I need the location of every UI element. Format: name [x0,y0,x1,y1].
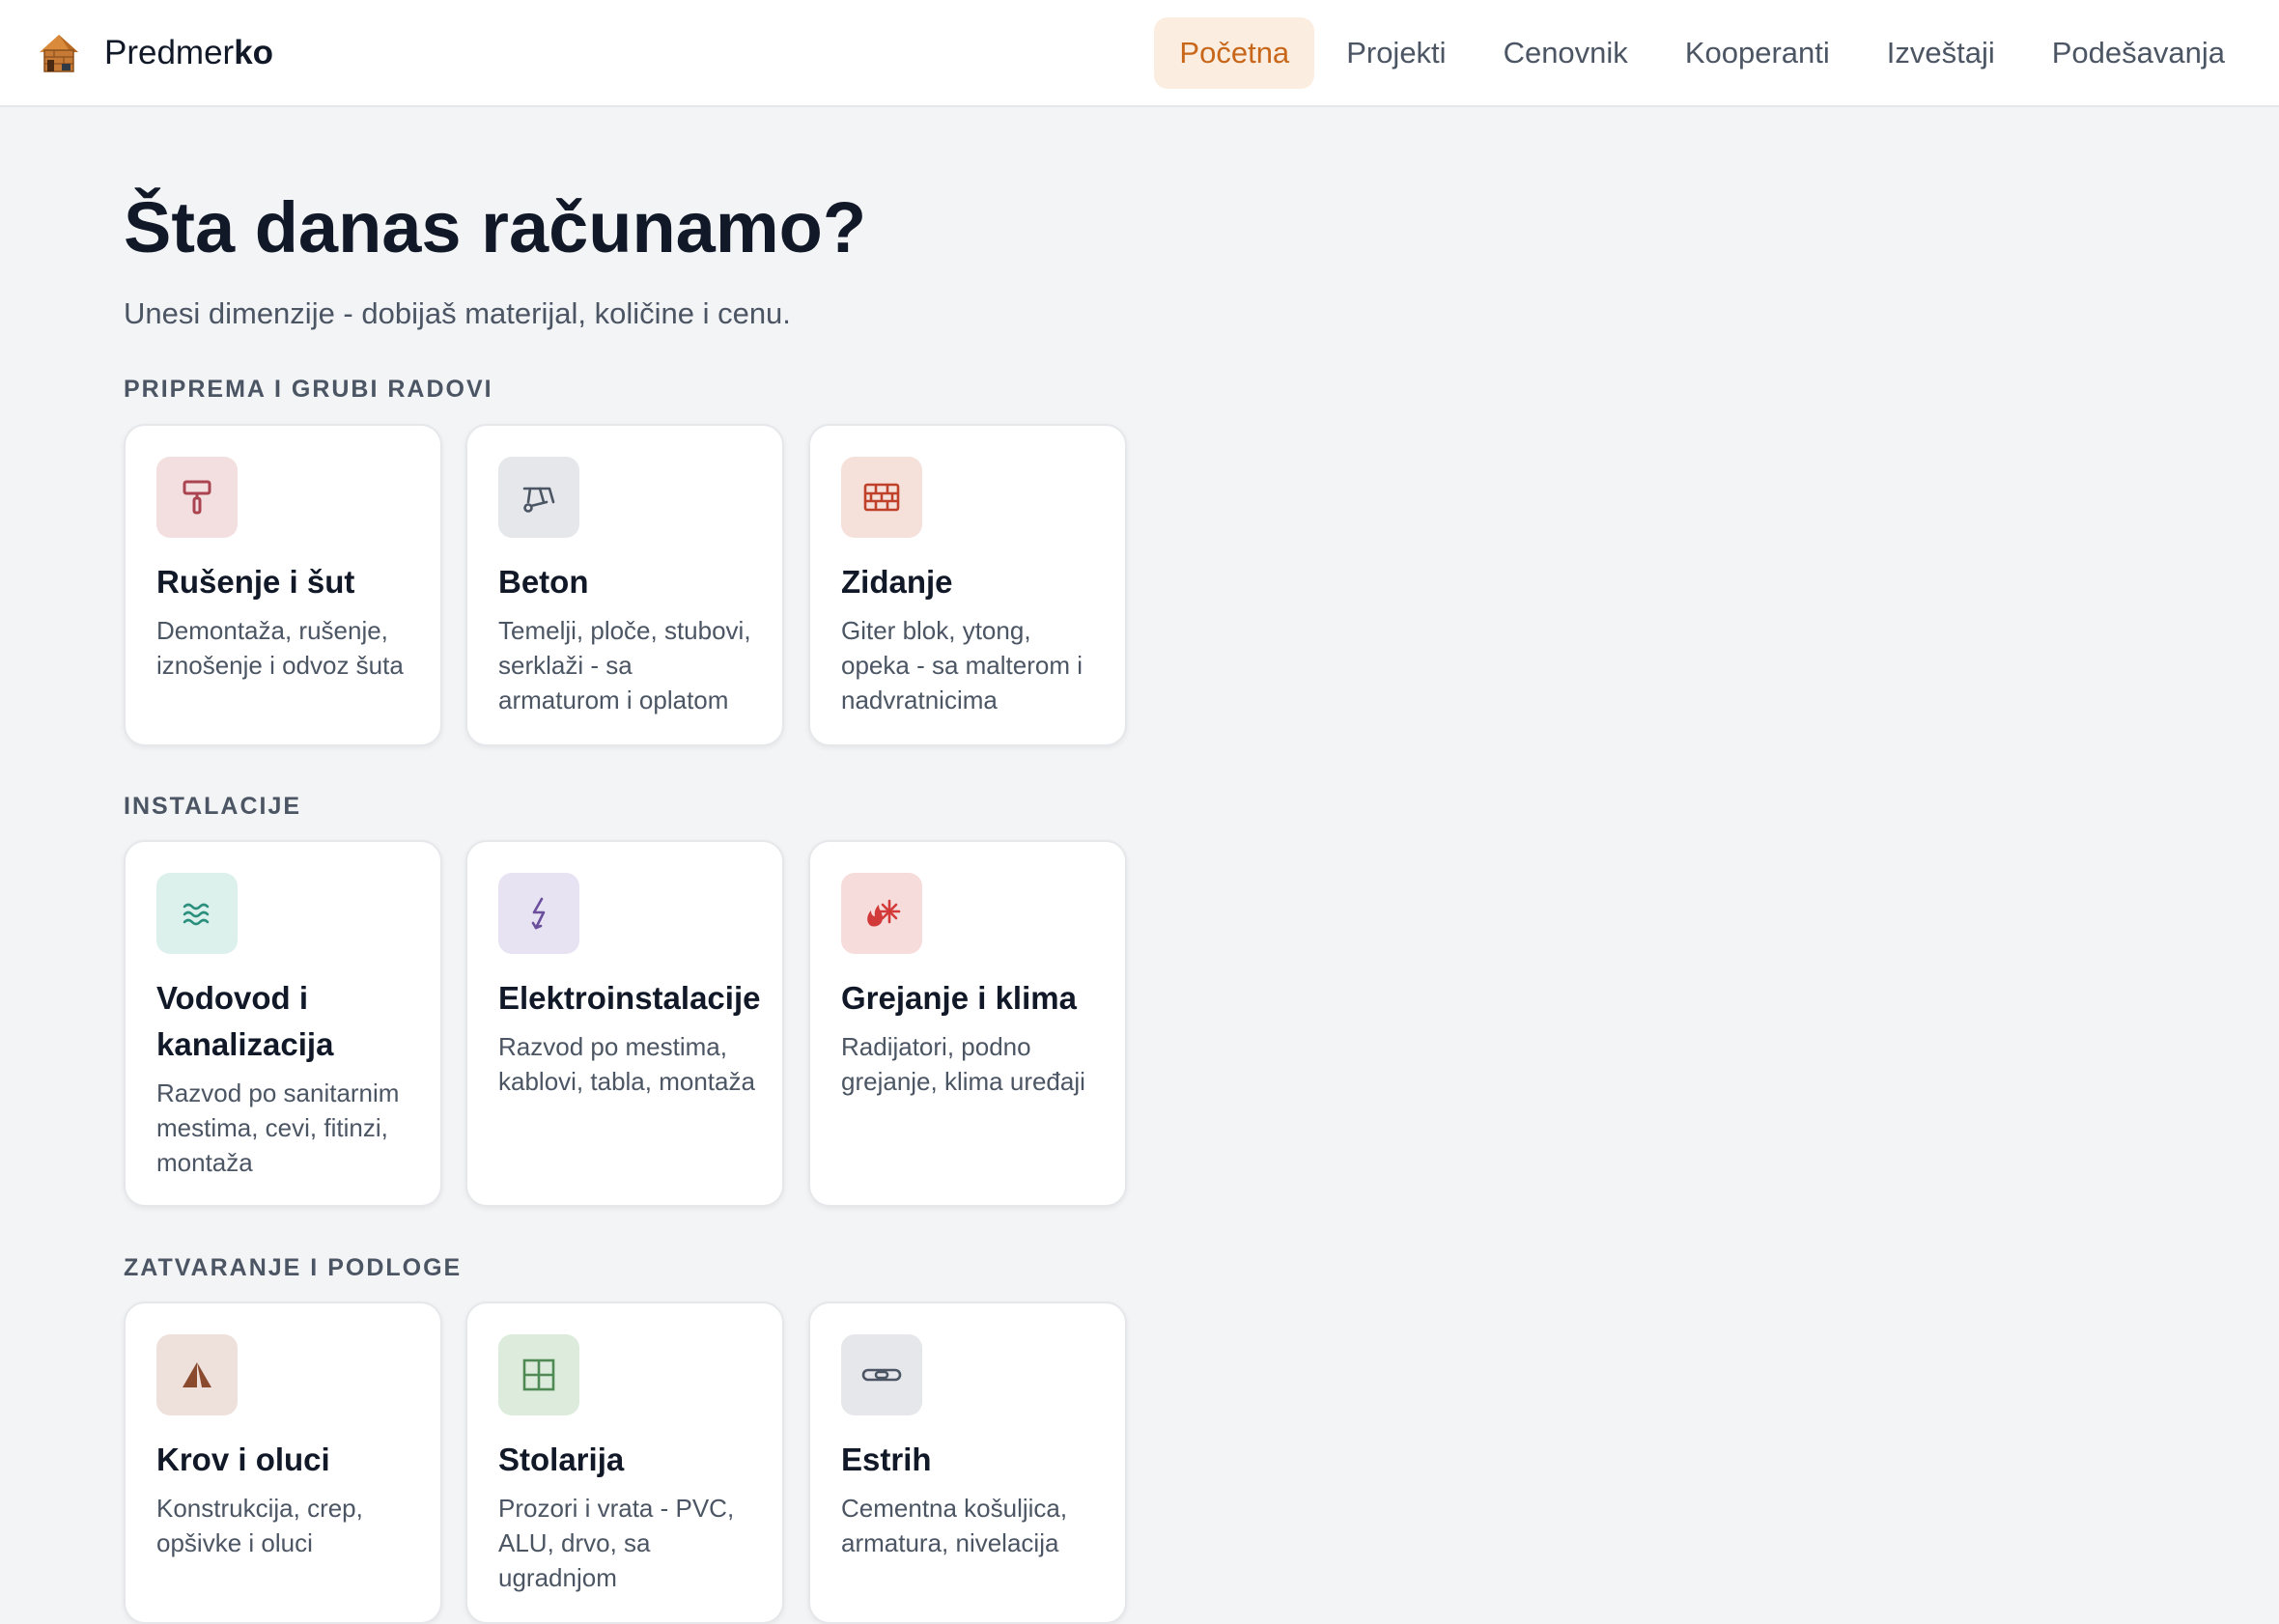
nav-cenovnik[interactable]: Cenovnik [1478,17,1653,89]
card-title: Krov i oluci [156,1442,330,1477]
card-description: Razvod po sanitarnim mestima, cevi, fiti… [156,1078,400,1177]
card-beton[interactable]: Beton Temelji, ploče, stubovi, serklaži … [465,424,784,746]
card-krov[interactable]: Krov i oluci Konstrukcija, crep, opšivke… [124,1302,442,1624]
card-stolarija[interactable]: Stolarija Prozori i vrata - PVC, ALU, dr… [465,1302,784,1624]
card-title: Stolarija [498,1442,625,1477]
water-waves-icon [156,873,238,954]
card-description: Prozori i vrata - PVC, ALU, drvo, sa ugr… [498,1494,735,1592]
main-nav: Početna Projekti Cenovnik Kooperanti Izv… [1147,17,2250,89]
card-description: Cementna košuljica, armatura, nivelacija [841,1494,1068,1557]
card-title: Beton [498,564,589,600]
paint-roller-icon [156,457,238,538]
card-description: Giter blok, ytong, opeka - sa malterom i… [841,616,1083,714]
nav-pocetna[interactable]: Početna [1154,17,1315,89]
nav-kooperanti[interactable]: Kooperanti [1660,17,1855,89]
nav-projekti[interactable]: Projekti [1321,17,1471,89]
house-logo-icon [40,35,78,72]
card-title: Zidanje [841,564,953,600]
wheelbarrow-icon [498,457,579,538]
card-description: Temelji, ploče, stubovi, serklaži - sa a… [498,616,751,714]
level-bar-icon [841,1334,922,1415]
section-label-priprema: PRIPREMA I GRUBI RADOVI [124,376,493,403]
card-estrih[interactable]: Estrih Cementna košuljica, armatura, niv… [808,1302,1127,1624]
window-icon [498,1334,579,1415]
brand-name-prefix: Predmer [104,34,235,71]
lightning-icon [498,873,579,954]
brand-name-suffix: ko [234,34,274,71]
card-vodovod[interactable]: Vodovod i kanalizacija Razvod po sanitar… [124,840,442,1207]
brick-wall-icon [841,457,922,538]
nav-podesavanja[interactable]: Podešavanja [2027,17,2250,89]
card-title: Elektroinstalacije [498,980,761,1016]
page-subtitle: Unesi dimenzije - dobijaš materijal, kol… [124,296,791,330]
section-label-zatvaranje: ZATVARANJE I PODLOGE [124,1254,463,1281]
card-description: Demontaža, rušenje, iznošenje i odvoz šu… [156,616,404,680]
card-zidanje[interactable]: Zidanje Giter blok, ytong, opeka - sa ma… [808,424,1127,746]
roof-triangle-icon [156,1334,238,1415]
card-elektroinstalacije[interactable]: Elektroinstalacije Razvod po mestima, ka… [465,840,784,1207]
card-description: Razvod po mestima, kablovi, tabla, monta… [498,1032,755,1096]
card-grejanje[interactable]: Grejanje i klima Radijatori, podno greja… [808,840,1127,1207]
card-title: Rušenje i šut [156,564,355,600]
section-label-instalacije: INSTALACIJE [124,793,302,820]
fire-snowflake-icon [841,873,922,954]
top-navigation-bar: Predmerko Početna Projekti Cenovnik Koop… [0,0,2279,107]
card-title: Grejanje i klima [841,980,1077,1016]
card-title: Vodovod i kanalizacija [156,980,334,1062]
card-description: Radijatori, podno grejanje, klima uređaj… [841,1032,1085,1096]
card-description: Konstrukcija, crep, opšivke i oluci [156,1494,363,1557]
page-title: Šta danas računamo? [124,187,867,267]
brand-logo[interactable]: Predmerko [37,29,273,77]
card-rusenje[interactable]: Rušenje i šut Demontaža, rušenje, iznoše… [124,424,442,746]
card-title: Estrih [841,1442,932,1477]
nav-izvestaji[interactable]: Izveštaji [1862,17,2020,89]
brand-name: Predmerko [104,34,273,72]
